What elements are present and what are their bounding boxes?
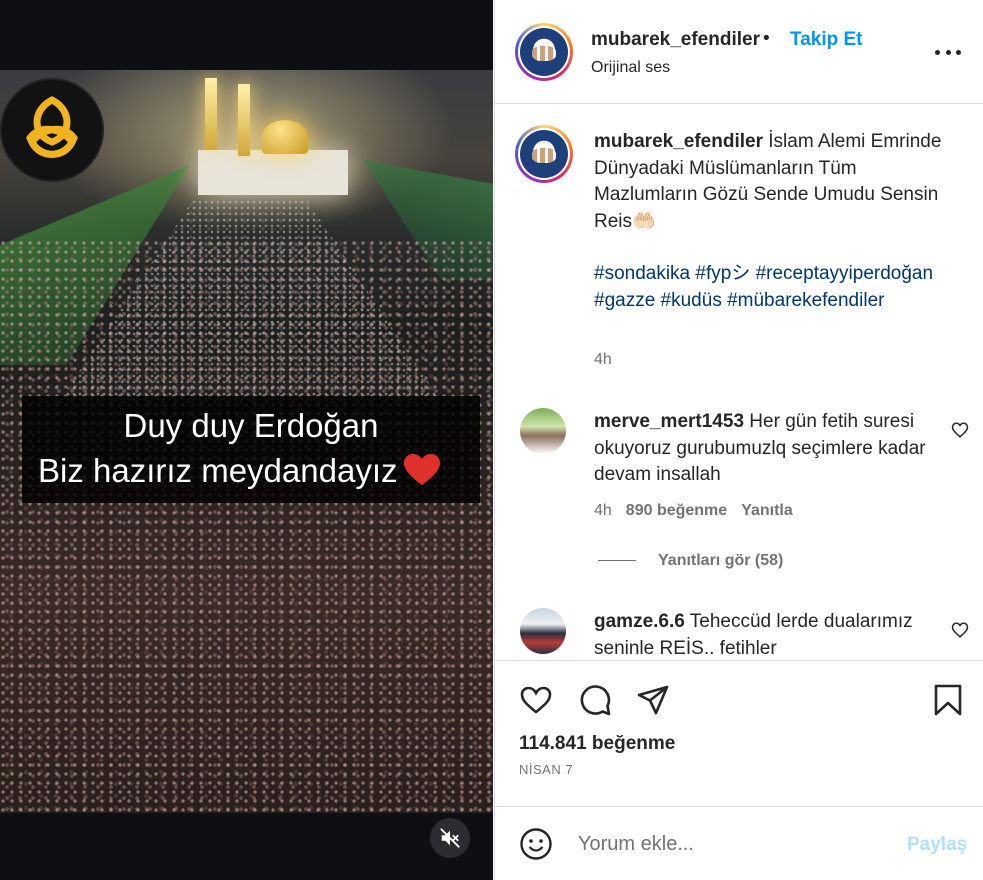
comment-username[interactable]: merve_mert1453	[594, 411, 744, 432]
caption-hashtags[interactable]: #sondakika #fypシ #receptayyiperdoğan #ga…	[594, 261, 954, 314]
avatar[interactable]	[515, 125, 573, 183]
video-minaret	[238, 84, 250, 156]
follow-button[interactable]: Takip Et	[790, 29, 863, 51]
share-icon[interactable]	[636, 683, 670, 717]
caption-username[interactable]: mubarek_efendiler	[594, 131, 763, 152]
heart-icon[interactable]	[951, 421, 969, 439]
separator-dot: •	[763, 28, 770, 49]
post-actions: 114.841 beğenme NİSAN 7	[495, 660, 983, 806]
more-icon	[956, 49, 961, 55]
caption-timestamp[interactable]: 4h	[594, 351, 612, 369]
red-heart-icon	[403, 454, 440, 485]
reply-button[interactable]: Yanıtla	[741, 502, 793, 519]
comment-username[interactable]: gamze.6.6	[594, 611, 685, 632]
likes-count[interactable]: 114.841 beğenme	[519, 733, 675, 755]
more-options-button[interactable]	[935, 40, 961, 64]
comment-timestamp[interactable]: 4h	[594, 502, 612, 519]
comment-text: merve_mert1453 Her gün fetih suresi okuy…	[594, 409, 934, 489]
muted-speaker-icon	[440, 828, 460, 848]
video-crowd	[0, 240, 493, 813]
add-comment-bar: Paylaş	[495, 806, 983, 880]
post-date[interactable]: NİSAN 7	[519, 762, 573, 777]
comments-section[interactable]: mubarek_efendiler İslam Alemi Emrinde Dü…	[495, 105, 983, 660]
comment-text: gamze.6.6 Teheccüd lerde dualarımız seni…	[594, 609, 934, 660]
comment-icon[interactable]	[578, 683, 612, 717]
comment-meta: 4h 890 beğenme Yanıtla	[594, 502, 793, 520]
post-details-panel: mubarek_efendiler • Takip Et Orijinal se…	[494, 0, 983, 880]
avatar[interactable]	[520, 408, 566, 454]
heart-icon[interactable]	[951, 621, 969, 639]
view-replies-button[interactable]: Yanıtları gör (58)	[598, 552, 783, 570]
video-caption-text: Biz hazırız meydandayız	[38, 452, 398, 489]
more-icon	[935, 49, 940, 55]
comment-input[interactable]	[578, 829, 878, 859]
video-dome	[262, 120, 308, 154]
caption-text: mubarek_efendiler İslam Alemi Emrinde Dü…	[594, 129, 954, 235]
author-username[interactable]: mubarek_efendiler	[591, 29, 760, 51]
post-comment-button[interactable]: Paylaş	[907, 834, 967, 856]
video-caption-line: Biz hazırız meydandayız	[22, 451, 480, 491]
video-frame[interactable]: Duy duy Erdoğan Biz hazırız meydandayız	[0, 70, 493, 813]
emoji-icon[interactable]	[519, 827, 553, 861]
video-caption-overlay: Duy duy Erdoğan Biz hazırız meydandayız	[22, 396, 480, 503]
save-icon[interactable]	[931, 683, 965, 717]
video-player[interactable]: Duy duy Erdoğan Biz hazırız meydandayız	[0, 0, 493, 880]
mute-button[interactable]	[430, 818, 470, 858]
heart-icon[interactable]	[519, 683, 553, 717]
more-icon	[945, 49, 951, 55]
video-minaret	[205, 78, 217, 150]
video-caption-line: Duy duy Erdoğan	[123, 407, 379, 444]
audio-label[interactable]: Orijinal ses	[591, 59, 670, 77]
post-header: mubarek_efendiler • Takip Et Orijinal se…	[495, 0, 983, 104]
comment-likes[interactable]: 890 beğenme	[626, 502, 727, 519]
video-shrine	[198, 150, 348, 195]
avatar[interactable]	[515, 23, 573, 81]
avatar[interactable]	[520, 608, 566, 654]
channel-logo	[0, 78, 104, 182]
